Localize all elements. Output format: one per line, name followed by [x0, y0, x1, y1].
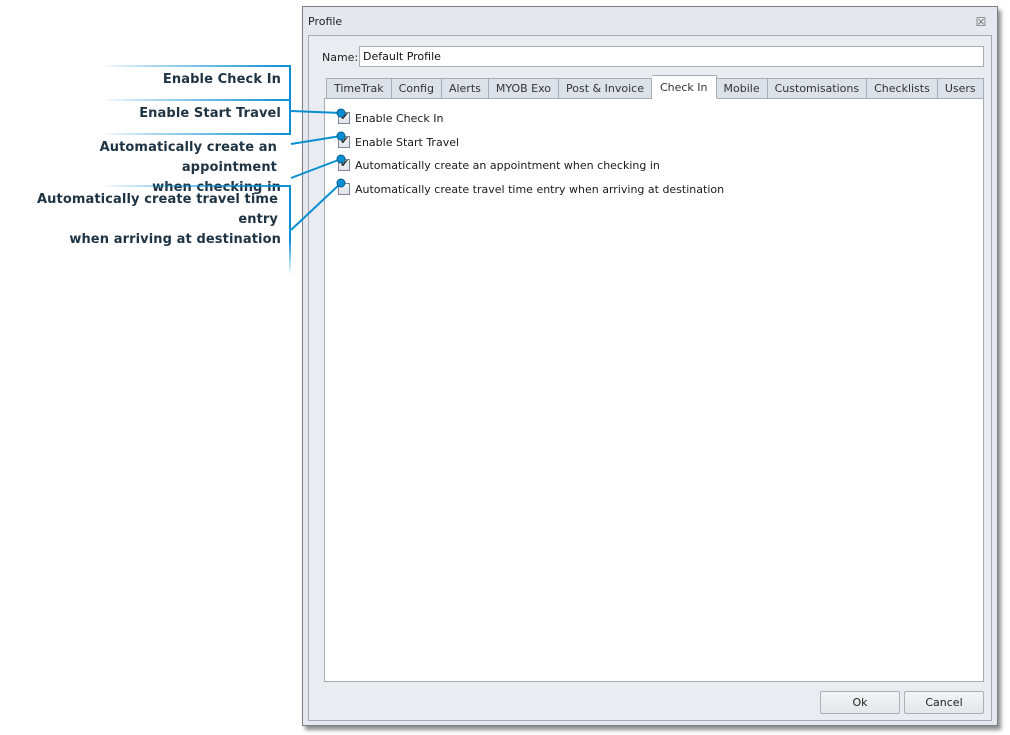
tab-myob-exo[interactable]: MYOB Exo	[488, 78, 560, 99]
callout-auto-travel-time: Automatically create travel time entry w…	[0, 190, 281, 250]
dialog-body: Name: TimeTrak Config Alerts MYOB Exo Po…	[308, 35, 992, 721]
option-label: Enable Check In	[355, 111, 444, 125]
close-icon[interactable]: ☒	[975, 16, 987, 28]
tab-alerts[interactable]: Alerts	[441, 78, 489, 99]
auto-travel-time-checkbox[interactable]	[338, 183, 350, 195]
tab-post-invoice[interactable]: Post & Invoice	[559, 78, 652, 99]
tab-config[interactable]: Config	[391, 78, 442, 99]
callout-rule-3	[100, 133, 291, 135]
name-label: Name:	[322, 51, 359, 64]
dialog-title: Profile	[308, 15, 343, 28]
tab-mobile[interactable]: Mobile	[716, 78, 768, 99]
option-auto-appointment[interactable]: ✔ Automatically create an appointment wh…	[338, 157, 660, 173]
enable-start-travel-checkbox[interactable]: ✔	[338, 134, 350, 148]
callout-rule-2	[100, 99, 291, 101]
cancel-button[interactable]: Cancel	[904, 691, 984, 714]
callout-enable-start-travel: Enable Start Travel	[139, 106, 281, 121]
tab-users[interactable]: Users	[937, 78, 984, 99]
option-label: Automatically create travel time entry w…	[355, 182, 725, 196]
option-enable-start-travel[interactable]: ✔ Enable Start Travel	[338, 134, 459, 150]
callout-auto-appointment-line1: Automatically create an appointment	[99, 140, 277, 175]
profile-dialog: Profile ☒ Name: TimeTrak Config Alerts M…	[302, 6, 998, 726]
option-label: Enable Start Travel	[355, 135, 460, 149]
check-in-panel: ✔ Enable Check In ✔ Enable Start Travel …	[324, 98, 984, 682]
callout-auto-travel-time-line1: Automatically create travel time entry	[36, 192, 278, 227]
option-auto-travel-time[interactable]: Automatically create travel time entry w…	[338, 181, 724, 197]
option-enable-check-in[interactable]: ✔ Enable Check In	[338, 110, 444, 126]
callout-rule-1	[100, 65, 291, 67]
callout-auto-appointment: Automatically create an appointment when…	[0, 138, 281, 198]
ok-button[interactable]: Ok	[820, 691, 900, 714]
callout-enable-check-in: Enable Check In	[162, 72, 281, 87]
title-bar[interactable]: Profile ☒	[303, 7, 997, 33]
tab-customisations[interactable]: Customisations	[767, 78, 868, 99]
checkmark-icon: ✔	[340, 134, 350, 147]
option-label: Automatically create an appointment when…	[355, 158, 660, 172]
tab-timetrak[interactable]: TimeTrak	[326, 78, 392, 99]
tab-checklists[interactable]: Checklists	[867, 78, 938, 99]
tab-check-in[interactable]: Check In	[651, 75, 717, 99]
checkmark-icon: ✔	[340, 157, 350, 170]
tab-strip: TimeTrak Config Alerts MYOB Exo Post & I…	[326, 75, 984, 99]
checkmark-icon: ✔	[340, 110, 350, 123]
callout-bracket-1	[289, 65, 291, 135]
enable-check-in-checkbox[interactable]: ✔	[338, 110, 350, 124]
callout-auto-travel-time-line2: when arriving at destination	[69, 232, 281, 247]
callout-bracket-2	[289, 185, 291, 275]
name-input[interactable]	[359, 46, 984, 67]
auto-appointment-checkbox[interactable]: ✔	[338, 157, 350, 171]
callout-rule-4	[100, 185, 291, 187]
